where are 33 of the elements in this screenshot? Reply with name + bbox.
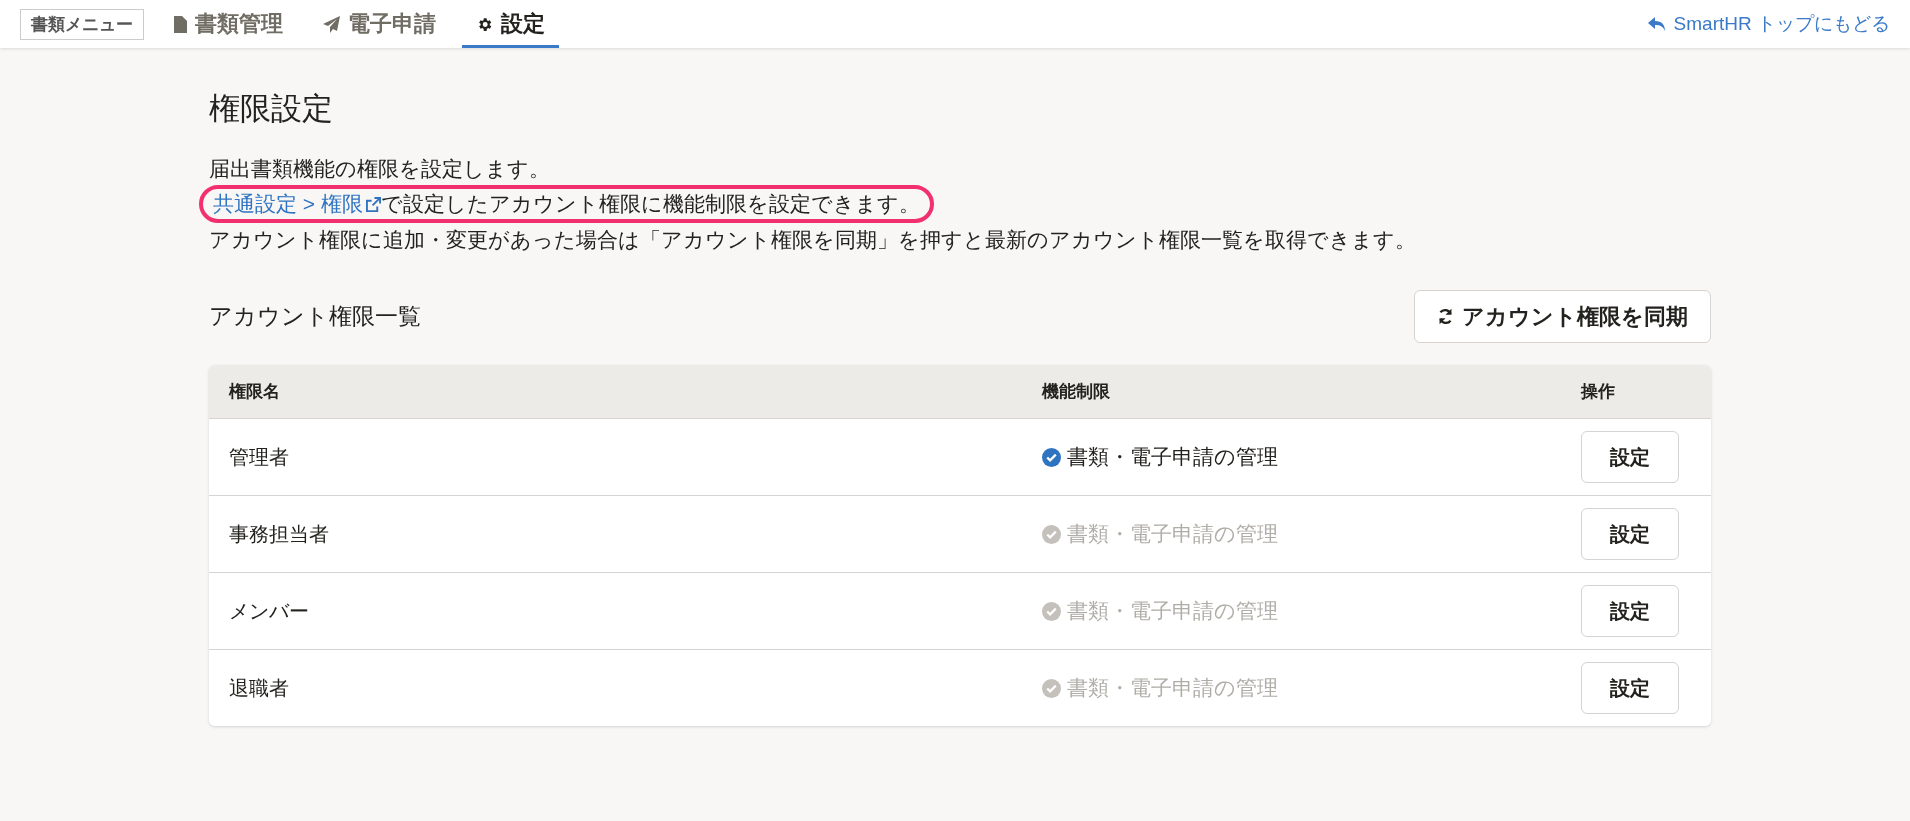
page-title: 権限設定 bbox=[209, 90, 334, 128]
refresh-icon bbox=[1437, 308, 1454, 325]
settings-button[interactable]: 設定 bbox=[1581, 585, 1679, 637]
description-text: 届出書類機能の権限を設定します。 bbox=[209, 156, 551, 182]
feature-label: 書類・電子申請の管理 bbox=[1067, 444, 1278, 470]
section-title: アカウント権限一覧 bbox=[209, 302, 421, 331]
settings-icon bbox=[476, 15, 493, 33]
description-text: で設定したアカウント権限に機能制限を設定できます。 bbox=[380, 191, 920, 217]
description-text: アカウント権限に追加・変更があった場合は「アカウント権限を同期」を押すと最新のアカウント権限一覧を取得できます。 bbox=[209, 227, 1417, 253]
menu-label: 書類メニュー bbox=[20, 8, 144, 40]
column-header: 機能制限 bbox=[1042, 381, 1111, 403]
table-cell-text: 事務担当者 bbox=[229, 521, 330, 547]
settings-button[interactable]: 設定 bbox=[1581, 662, 1679, 714]
settings-button[interactable]: 設定 bbox=[1581, 508, 1679, 560]
settings-link[interactable]: 共通設定 > 権限 bbox=[213, 190, 381, 218]
document-icon bbox=[174, 15, 187, 33]
feature-label: 書類・電子申請の管理 bbox=[1067, 675, 1278, 701]
reply-arrow-icon bbox=[1647, 16, 1666, 32]
nav-tab[interactable]: 設定 bbox=[462, 0, 559, 48]
back-link[interactable]: SmartHR トップにもどる bbox=[1647, 11, 1890, 37]
feature-label: 書類・電子申請の管理 bbox=[1067, 598, 1278, 624]
external-link-icon bbox=[365, 196, 381, 212]
settings-button[interactable]: 設定 bbox=[1581, 431, 1679, 483]
column-header: 操作 bbox=[1581, 381, 1616, 403]
nav-tab[interactable]: 書類管理 bbox=[160, 0, 297, 48]
nav-tab[interactable]: 電子申請 bbox=[309, 0, 450, 48]
column-header: 権限名 bbox=[229, 381, 281, 403]
table-cell-text: 管理者 bbox=[229, 444, 290, 470]
table-cell-text: メンバー bbox=[229, 598, 310, 624]
table-cell-text: 退職者 bbox=[229, 675, 290, 701]
sync-button[interactable]: アカウント権限を同期 bbox=[1414, 290, 1711, 343]
paper-plane-icon bbox=[323, 15, 340, 33]
feature-label: 書類・電子申請の管理 bbox=[1067, 521, 1278, 547]
